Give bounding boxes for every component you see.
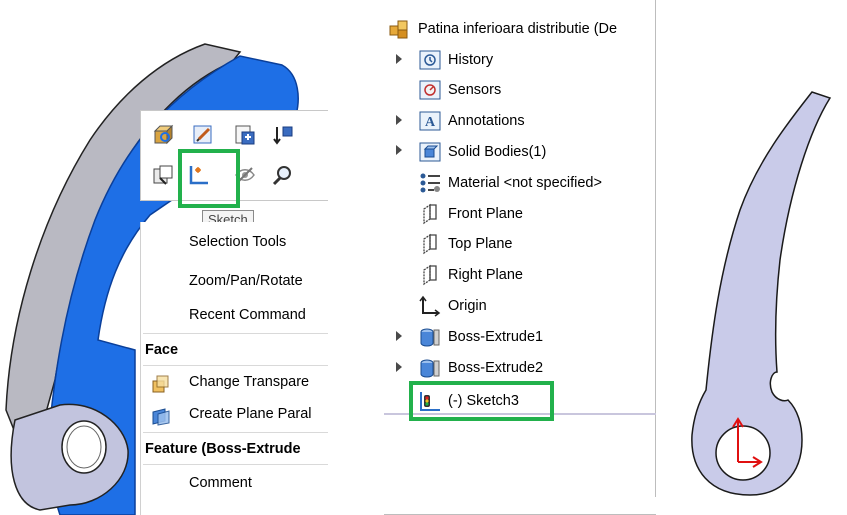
plane-icon [418, 233, 442, 255]
sketch-hole[interactable] [715, 425, 771, 481]
context-menu: Selection Tools Zoom/Pan/Rotate Recent C… [140, 222, 328, 515]
menu-item-zoom-pan-rotate[interactable]: Zoom/Pan/Rotate [189, 273, 303, 289]
expand-caret[interactable] [396, 362, 402, 372]
solid-bodies-icon [418, 141, 442, 163]
tree-item-label: History [448, 52, 494, 68]
tree-panel-border [655, 0, 656, 497]
tree-item-label: Right Plane [448, 267, 523, 283]
zoom-to-selection-icon[interactable] [149, 121, 177, 149]
origin-icon [418, 295, 442, 317]
edit-feature-icon[interactable] [189, 121, 217, 149]
plane-icon [418, 203, 442, 225]
expand-caret[interactable] [396, 115, 402, 125]
expand-caret[interactable] [396, 331, 402, 341]
menu-item-change-transparency[interactable]: Change Transpare [189, 374, 309, 390]
tree-item-boss-extrude2[interactable]: Boss-Extrude2 [418, 353, 543, 383]
transparency-icon [151, 374, 171, 394]
sensors-icon [418, 79, 442, 101]
tree-item-label: Boss-Extrude1 [448, 329, 544, 345]
menu-section-feature: Feature (Boss-Extrude [145, 441, 301, 457]
sketch-view[interactable] [680, 0, 847, 515]
tree-item-label: Origin [448, 298, 487, 314]
rollback-icon[interactable] [269, 121, 297, 149]
edit-sketch-icon[interactable] [231, 121, 259, 149]
tree-item-label: Material <not specified> [448, 175, 602, 191]
tree-item-history[interactable]: History [418, 45, 493, 75]
tree-item-material[interactable]: Material <not specified> [418, 168, 602, 198]
menu-separator [143, 432, 328, 433]
history-icon [418, 49, 442, 71]
normal-to-icon[interactable] [149, 161, 177, 189]
expand-caret[interactable] [396, 145, 402, 155]
tree-item-solid-bodies[interactable]: Solid Bodies(1) [418, 137, 546, 167]
feature-manager-tree: Patina inferioara distributie (De Histor… [384, 0, 656, 515]
menu-separator [143, 333, 328, 334]
sketch-button-highlight [178, 149, 240, 208]
menu-separator [143, 365, 328, 366]
tree-item-label: Sensors [448, 82, 502, 98]
sketch3-highlight [409, 381, 554, 421]
tree-item-origin[interactable]: Origin [418, 291, 487, 321]
tree-root-part[interactable]: Patina inferioara distributie (De [388, 14, 617, 44]
tree-item-sensors[interactable]: Sensors [418, 75, 501, 105]
tree-root-label: Patina inferioara distributie (De [418, 21, 618, 37]
menu-item-selection-tools[interactable]: Selection Tools [189, 234, 286, 250]
extrude-icon [418, 357, 442, 379]
tree-item-annotations[interactable]: A Annotations [418, 106, 525, 136]
expand-caret[interactable] [396, 54, 402, 64]
tree-item-label: Solid Bodies(1) [448, 144, 547, 160]
tree-item-label: Annotations [448, 113, 525, 129]
tree-item-boss-extrude1[interactable]: Boss-Extrude1 [418, 322, 543, 352]
plane-icon [418, 264, 442, 286]
graphics-area-3d[interactable]: Sketch Selection Tools Zoom/Pan/Rotate R… [0, 0, 328, 515]
tree-item-top-plane[interactable]: Top Plane [418, 229, 513, 259]
tree-item-label: Boss-Extrude2 [448, 360, 544, 376]
part-icon [388, 18, 412, 40]
annotations-icon: A [418, 110, 442, 132]
extrude-icon [418, 326, 442, 348]
menu-separator [143, 464, 328, 465]
menu-item-recent-command[interactable]: Recent Command [189, 307, 306, 323]
material-icon [418, 172, 442, 194]
tree-item-label: Front Plane [448, 206, 523, 222]
menu-item-comment[interactable]: Comment [189, 475, 252, 491]
tree-item-right-plane[interactable]: Right Plane [418, 260, 523, 290]
svg-text:A: A [425, 115, 436, 130]
plane-parallel-icon [151, 406, 171, 426]
tree-item-label: Top Plane [448, 236, 513, 252]
zoom-icon[interactable] [269, 161, 297, 189]
tree-item-front-plane[interactable]: Front Plane [418, 199, 523, 229]
menu-section-face: Face [145, 342, 179, 358]
boss-hole[interactable] [61, 420, 107, 474]
sketch-profile [691, 91, 832, 496]
menu-item-create-plane-parallel[interactable]: Create Plane Paral [189, 406, 312, 422]
